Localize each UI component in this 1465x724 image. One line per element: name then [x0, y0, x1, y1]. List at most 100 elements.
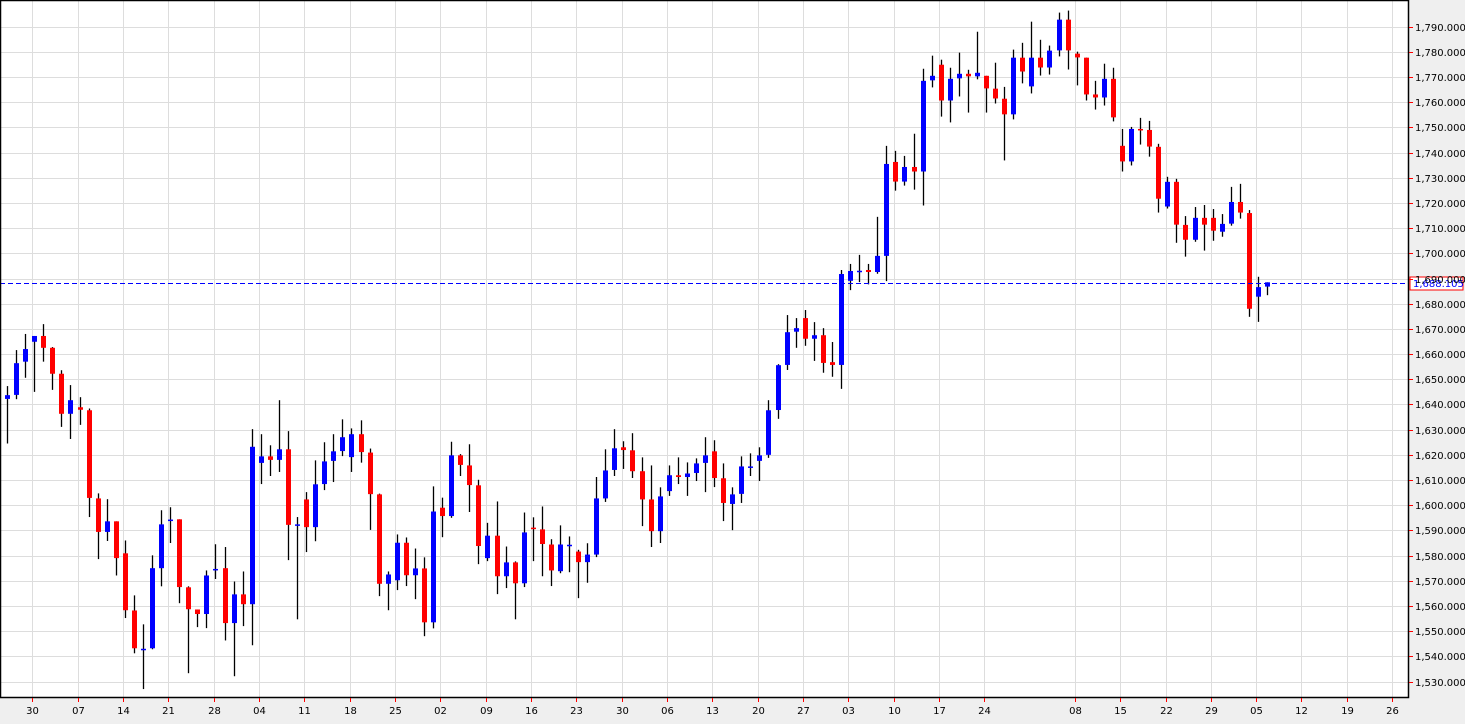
candle-body: [204, 575, 209, 614]
y-tick-label: 1,750.000: [1415, 123, 1465, 134]
x-tick-label: 15: [1114, 706, 1127, 717]
candle-body: [467, 465, 472, 485]
y-tick-label: 1,550.000: [1415, 627, 1465, 638]
candle-body: [1165, 182, 1170, 207]
candle-body: [1138, 129, 1143, 131]
candle-body: [59, 374, 64, 414]
candle-body: [630, 450, 635, 471]
candle-body: [386, 574, 391, 583]
candle-body: [78, 407, 83, 410]
candle-body: [830, 362, 835, 365]
y-tick-label: 1,670.000: [1415, 325, 1465, 336]
candle-body: [1020, 58, 1025, 72]
x-tick-label: 23: [570, 706, 583, 717]
x-tick-label: 12: [1295, 706, 1308, 717]
candle-body: [141, 649, 146, 651]
x-tick-label: 29: [1205, 706, 1218, 717]
candle-body: [685, 473, 690, 477]
candle-body: [594, 498, 599, 554]
y-tick-label: 1,740.000: [1415, 149, 1465, 160]
candle-body: [476, 485, 481, 546]
candle-body: [1011, 58, 1016, 115]
candle-body: [377, 494, 382, 583]
candle-body: [1066, 20, 1071, 51]
candle-body: [667, 475, 672, 491]
candle-body: [41, 336, 46, 348]
candle-body: [241, 594, 246, 604]
y-tick-label: 1,580.000: [1415, 552, 1465, 563]
candle-body: [431, 512, 436, 623]
candle-body: [440, 508, 445, 516]
candle-body: [286, 449, 291, 525]
candle-body: [1211, 218, 1216, 231]
y-tick-label: 1,650.000: [1415, 375, 1465, 386]
candle-body: [132, 610, 137, 648]
x-tick-label: 04: [253, 706, 266, 717]
candle-body: [703, 455, 708, 463]
candle-body: [114, 521, 119, 558]
candle-body: [1111, 79, 1116, 118]
candle-body: [1029, 58, 1034, 87]
candle-body: [32, 336, 37, 342]
candle-body: [105, 521, 110, 532]
x-tick-label: 26: [1386, 706, 1399, 717]
candle: [1084, 58, 1089, 101]
candle-body: [485, 536, 490, 558]
x-axis: 3007142128041118250209162330061320270310…: [26, 698, 1399, 717]
candle-body: [1075, 54, 1080, 58]
candle-body: [585, 555, 590, 563]
candle-body: [359, 434, 364, 452]
candle-body: [259, 456, 264, 463]
candle-body: [531, 528, 536, 530]
candle-body: [1057, 20, 1062, 51]
y-tick-label: 1,700.000: [1415, 249, 1465, 260]
candle-body: [349, 434, 354, 457]
x-tick-label: 28: [208, 706, 221, 717]
y-tick-label: 1,790.000: [1415, 23, 1465, 34]
candle-body: [658, 496, 663, 531]
candle-body: [404, 543, 409, 575]
candle-body: [567, 545, 572, 547]
candle-body: [5, 395, 10, 399]
candle-body: [558, 545, 563, 572]
candle-body: [295, 524, 300, 526]
candle-body: [1120, 146, 1125, 162]
candle-body: [223, 568, 228, 623]
candle-body: [504, 562, 509, 576]
candle-body: [893, 162, 898, 182]
candle-body: [23, 349, 28, 362]
candle-body: [866, 270, 871, 272]
candle-body: [649, 499, 654, 531]
candle-body: [621, 447, 626, 450]
y-tick-label: 1,570.000: [1415, 577, 1465, 588]
candle-body: [948, 79, 953, 101]
candle-body: [921, 81, 926, 172]
y-tick-label: 1,600.000: [1415, 501, 1465, 512]
candle-body: [304, 499, 309, 527]
candle-body: [848, 271, 853, 281]
candle-body: [1174, 182, 1179, 225]
candle-body: [739, 466, 744, 493]
candle-body: [1156, 147, 1161, 199]
candle-body: [1147, 130, 1152, 147]
x-tick-label: 11: [298, 706, 311, 717]
candle-body: [422, 568, 427, 622]
candle-body: [776, 365, 781, 410]
candle: [1129, 127, 1134, 166]
candle-body: [884, 164, 889, 256]
candle-body: [612, 448, 617, 470]
x-tick-label: 25: [389, 706, 402, 717]
candle-body: [721, 478, 726, 503]
x-tick-label: 19: [1341, 706, 1354, 717]
candle-body: [277, 449, 282, 460]
y-tick-label: 1,560.000: [1415, 602, 1465, 613]
y-tick-label: 1,690.000: [1415, 275, 1465, 286]
y-tick-label: 1,590.000: [1415, 526, 1465, 537]
x-tick-label: 30: [26, 706, 39, 717]
candle-body: [1129, 129, 1134, 161]
candle-body: [1202, 218, 1207, 225]
candle-body: [50, 348, 55, 374]
candle-body: [1102, 79, 1107, 98]
candle-body: [857, 271, 862, 273]
candle-body: [957, 74, 962, 79]
